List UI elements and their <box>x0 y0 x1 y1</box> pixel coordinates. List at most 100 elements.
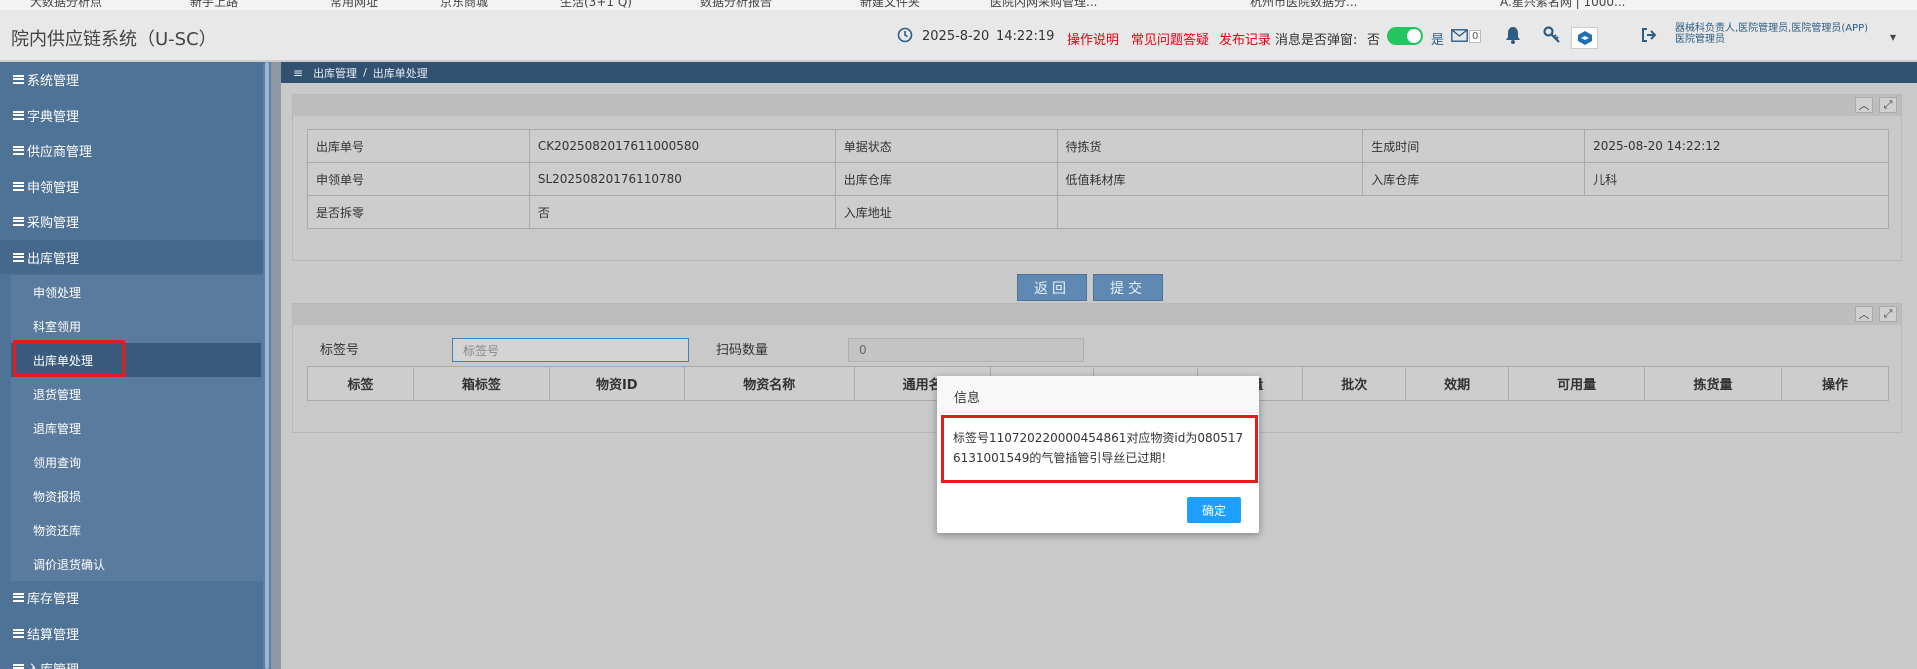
chevron-down-icon[interactable]: ▾ <box>1890 30 1896 44</box>
bookmark-item[interactable]: 大数据分析点 <box>30 0 102 10</box>
info-label: 入库仓库 <box>1362 162 1586 196</box>
sidebar-subitem-requisition-process[interactable]: 申领处理 <box>11 275 261 309</box>
bookmark-item[interactable]: 常用网址 <box>330 0 378 10</box>
popup-toggle[interactable] <box>1387 27 1423 45</box>
sidebar-item-dictionary[interactable]: 字典管理 <box>0 98 263 132</box>
mail-count-badge: 0 <box>1469 30 1482 43</box>
bookmark-item[interactable]: 杭州市医院数据分... <box>1250 0 1357 10</box>
list-icon <box>13 110 24 120</box>
table-row: 是否拆零 否 入库地址 <box>307 195 1890 229</box>
sidebar-item-label: 结算管理 <box>27 627 80 643</box>
column-header: 标签 <box>307 366 414 401</box>
header-time: 14:22:19 <box>996 29 1055 44</box>
table-row: 出库单号 CK202508201761100058​0 单据状态 待拣货 生成时… <box>307 129 1889 163</box>
info-label: 出库仓库 <box>834 162 1058 196</box>
sidebar-subitem-dept-use[interactable]: 科室领用 <box>11 309 261 343</box>
sidebar-item-settlement[interactable]: 结算管理 <box>0 616 263 650</box>
sidebar-item-purchase[interactable]: 采购管理 <box>0 204 263 238</box>
info-value: 否 <box>528 195 836 229</box>
bookmark-item[interactable]: 新手上路 <box>190 0 238 10</box>
bell-icon[interactable] <box>1505 26 1521 48</box>
info-value <box>1056 195 1890 229</box>
sidebar-item-label: 字典管理 <box>27 109 80 125</box>
sidebar-item-requisition[interactable]: 申领管理 <box>0 169 263 203</box>
submit-button[interactable]: 提交 <box>1093 274 1163 301</box>
sidebar-item-label: 出库管理 <box>27 251 80 267</box>
bookmark-item[interactable]: 新建文件夹 <box>860 0 920 10</box>
column-header: 物资名称 <box>683 366 855 401</box>
user-roles-line2: 医院管理员 <box>1675 34 1725 45</box>
dialog-ok-button[interactable]: 确定 <box>1187 497 1241 523</box>
info-value: 儿科 <box>1584 162 1889 196</box>
sidebar-item-inventory[interactable]: 库存管理 <box>0 580 263 614</box>
info-label: 入库地址 <box>834 195 1058 229</box>
scan-qty-field: 0 <box>848 338 1084 362</box>
table-row: 申领单号 SL20250820176110780 出库仓库 低值耗材库 入库仓库… <box>307 162 1889 196</box>
toggle-yes-label: 是 <box>1431 33 1445 48</box>
info-dialog: 信息 标签号11072022000045486​1对应物资id为08051761… <box>937 376 1259 533</box>
info-value: SL20250820176110780 <box>528 162 836 196</box>
info-label: 出库单号 <box>307 129 530 163</box>
sidebar-subitem-loss-report[interactable]: 物资报损 <box>11 479 261 513</box>
tag-number-label: 标签号 <box>320 343 360 358</box>
panel-header: ︿ ⤢ <box>293 304 1901 325</box>
list-icon <box>13 592 24 602</box>
link-faq[interactable]: 常见问题答疑 <box>1131 29 1209 48</box>
link-release-notes[interactable]: 发布记录 <box>1219 29 1271 48</box>
sidebar-item-outbound[interactable]: 出库管理 <box>0 240 263 274</box>
dialog-message: 标签号11072022000045486​1对应物资id为08051761310… <box>953 431 1244 465</box>
info-value: CK202508201761100058​0 <box>528 129 836 163</box>
breadcrumb-item[interactable]: 出库管理 <box>313 65 357 81</box>
list-icon <box>13 663 24 669</box>
logo-icon[interactable] <box>1571 27 1598 49</box>
chevron-up-icon[interactable]: ︿ <box>1855 306 1873 322</box>
dialog-titlebar[interactable] <box>937 376 1259 413</box>
column-header: 批次 <box>1302 366 1407 401</box>
expand-icon[interactable]: ⤢ <box>1879 97 1897 113</box>
breadcrumb-separator: / <box>363 66 367 79</box>
sidebar-item-supplier[interactable]: 供应商管理 <box>0 133 263 167</box>
sidebar-subitem-stock-return[interactable]: 退库管理 <box>11 411 261 445</box>
sidebar-subitem-price-adjust-confirm[interactable]: 调价退货确认 <box>11 547 261 581</box>
sidebar-subitem-usage-query[interactable]: 领用查询 <box>11 445 261 479</box>
user-roles[interactable]: 器械科负责人,医院管理员,医院管理员(APP) 医院管理员 <box>1675 23 1868 45</box>
dialog-title: 信息 <box>954 391 981 406</box>
app-title: 院内供应链系统（U-SC） <box>11 29 217 50</box>
info-label: 生成时间 <box>1362 129 1586 163</box>
column-header: 拣货量 <box>1644 366 1782 401</box>
column-header: 可用量 <box>1508 366 1646 401</box>
browser-bookmarks-bar: 大数据分析点 新手上路 常用网址 京东商城 生活(3+1 Q) 数据分析报告 新… <box>0 0 1917 10</box>
bookmark-item[interactable]: 医院内网采购管理... <box>990 0 1097 10</box>
tag-number-input[interactable]: 标签号 <box>452 338 689 362</box>
list-icon <box>13 252 24 262</box>
order-info-panel: ︿ ⤢ 出库单号 CK202508201761100058​0 单据状态 待拣货… <box>292 94 1902 261</box>
link-instructions[interactable]: 操作说明 <box>1067 29 1119 48</box>
bookmark-item[interactable]: 生活(3+1 Q) <box>560 0 632 10</box>
mail-icon[interactable] <box>1451 28 1468 46</box>
info-value: 低值耗材库 <box>1056 162 1364 196</box>
expand-icon[interactable]: ⤢ <box>1879 306 1897 322</box>
bookmark-item[interactable]: A.星兴紫名网 | 1000... <box>1500 0 1625 10</box>
info-value: 待拣货 <box>1056 129 1364 163</box>
highlight-annotation <box>13 340 125 377</box>
bookmark-item[interactable]: 数据分析报告 <box>700 0 772 10</box>
list-icon <box>13 145 24 155</box>
key-icon[interactable] <box>1543 26 1561 48</box>
menu-icon[interactable]: ≡ <box>293 66 303 80</box>
panel-header: ︿ ⤢ <box>293 95 1901 116</box>
sidebar-scroll-thumb[interactable] <box>265 62 269 669</box>
back-button[interactable]: 返回 <box>1017 274 1087 301</box>
clock-icon <box>897 27 913 47</box>
sidebar-item-inbound[interactable]: 入库管理 <box>0 651 263 669</box>
header-date: 2025-8-20 <box>922 29 990 44</box>
sidebar-subitem-returns[interactable]: 退货管理 <box>11 377 261 411</box>
logout-icon[interactable] <box>1641 27 1657 47</box>
sidebar-splitter[interactable] <box>271 62 281 669</box>
sidebar-item-label: 入库管理 <box>27 659 79 669</box>
bookmark-item[interactable]: 京东商城 <box>440 0 488 10</box>
sidebar-subitem-material-return[interactable]: 物资还库 <box>11 513 261 547</box>
chevron-up-icon[interactable]: ︿ <box>1855 97 1873 113</box>
list-icon <box>13 74 24 84</box>
toggle-no-label: 否 <box>1367 33 1381 48</box>
sidebar-item-system[interactable]: 系统管理 <box>0 62 263 96</box>
